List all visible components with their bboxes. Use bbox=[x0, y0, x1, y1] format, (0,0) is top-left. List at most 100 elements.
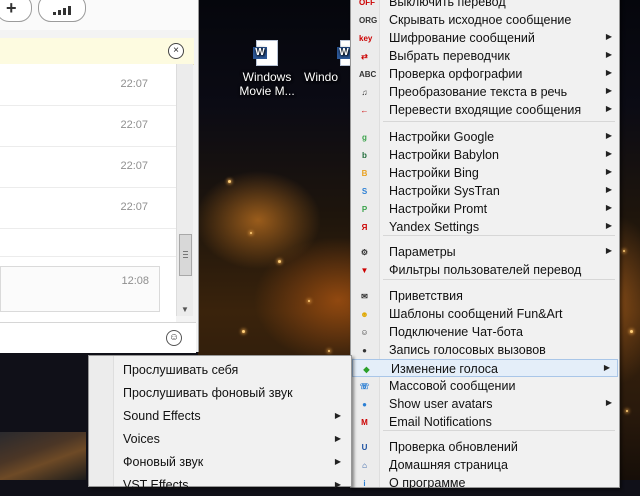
menu-item[interactable]: ✉ Приветствия bbox=[351, 287, 619, 305]
message-time: 12:08 bbox=[121, 275, 149, 287]
menu-item-icon: ABC bbox=[359, 70, 377, 79]
menu-item-icon: B bbox=[361, 169, 368, 178]
menu-item[interactable]: ☻ Шаблоны сообщений Fun&Art bbox=[351, 305, 619, 323]
menu-item[interactable]: ⌂ Домашняя страница bbox=[351, 456, 619, 474]
menu-item[interactable]: g Настройки Google ▶ bbox=[351, 128, 619, 146]
menu-item-label: Шифрование сообщений bbox=[389, 31, 535, 45]
menu-item[interactable]: OFF Выключить перевод bbox=[351, 0, 619, 11]
menu-item[interactable]: ♫ Преобразование текста в речь ▶ bbox=[351, 83, 619, 101]
submenu-arrow-icon: ▶ bbox=[605, 203, 612, 212]
desktop-icon-label: Movie M... bbox=[239, 84, 295, 98]
emoji-icon[interactable]: ☺ bbox=[166, 330, 182, 346]
close-icon[interactable]: × bbox=[168, 43, 184, 59]
menu-item[interactable]: key Шифрование сообщений ▶ bbox=[351, 29, 619, 47]
menu-item[interactable]: ⚙ Параметры ▶ bbox=[351, 243, 619, 261]
voice-change-submenu: Прослушивать себя Прослушивать фоновый зв… bbox=[88, 355, 352, 492]
menu-item-icon: ✉ bbox=[361, 292, 368, 301]
submenu-item[interactable]: Фоновый звук ▶ bbox=[89, 451, 351, 473]
menu-item-label: Show user avatars bbox=[389, 397, 493, 411]
wallpaper-thumbnail bbox=[0, 432, 86, 480]
add-contact-button[interactable]: + bbox=[0, 0, 32, 22]
menu-item-label: Выключить перевод bbox=[389, 0, 506, 9]
menu-item[interactable]: iО программе bbox=[351, 474, 619, 492]
menu-item-icon: ⚙ bbox=[360, 248, 369, 257]
submenu-item-label: Прослушивать себя bbox=[123, 363, 239, 377]
menu-item-label: Проверка орфографии bbox=[389, 67, 523, 81]
menu-item[interactable]: M Email Notifications bbox=[351, 413, 619, 431]
menu-item-icon: ▼ bbox=[360, 266, 369, 275]
menu-item-label: Настройки SysTran bbox=[389, 184, 500, 198]
submenu-arrow-icon: ▶ bbox=[605, 50, 612, 59]
submenu-arrow-icon: ▶ bbox=[605, 221, 612, 230]
submenu-item[interactable]: Прослушивать фоновый звук bbox=[89, 382, 351, 404]
menu-item-icon: ORG bbox=[359, 16, 378, 25]
submenu-arrow-icon: ▶ bbox=[605, 131, 612, 140]
menu-item[interactable]: ▼ Фильтры пользователей перевод bbox=[351, 261, 619, 279]
menu-item[interactable]: ⇄ Выбрать переводчик ▶ bbox=[351, 47, 619, 65]
menu-item[interactable]: Я Yandex Settings ▶ bbox=[351, 218, 619, 236]
menu-item-icon: U bbox=[361, 443, 368, 452]
chat-message bbox=[0, 228, 176, 257]
plus-icon: + bbox=[6, 0, 17, 18]
menu-item-icon: M bbox=[361, 418, 368, 427]
menu-item[interactable]: ● Запись голосовых вызовов bbox=[351, 341, 619, 359]
word-document-icon: W bbox=[253, 40, 278, 66]
submenu-arrow-icon: ▶ bbox=[605, 68, 612, 77]
desktop-icon-windows-movie-maker[interactable]: W Windows Movie M... bbox=[234, 40, 300, 98]
submenu-item-label: Voices bbox=[123, 432, 160, 446]
menu-item[interactable]: U Проверка обновлений bbox=[351, 438, 619, 456]
menu-item[interactable]: ORG Скрывать исходное сообщение bbox=[351, 11, 619, 29]
menu-item-icon: ☺ bbox=[360, 328, 369, 337]
menu-item-icon: OFF bbox=[359, 0, 375, 7]
menu-item-label: Домашняя страница bbox=[389, 458, 508, 472]
menu-item[interactable]: ◆ Изменение голоса ▶ bbox=[352, 359, 618, 377]
message-list: 22:07 22:07 22:07 22:07 12:08 bbox=[0, 64, 176, 322]
submenu-item-label: Sound Effects bbox=[123, 409, 201, 423]
submenu-item[interactable]: Прослушивать себя bbox=[89, 359, 351, 381]
translator-context-menu: OFF Выключить перевод ORG Скрывать исходное… bbox=[350, 0, 620, 490]
desktop-icon-label: Windo bbox=[304, 70, 339, 84]
menu-item[interactable]: ☏ Массовой сообщении bbox=[351, 377, 619, 395]
menu-item-label: Преобразование текста в речь bbox=[389, 85, 568, 99]
menu-item[interactable]: ● Show user avatars ▶ bbox=[351, 395, 619, 413]
menu-item[interactable]: P Настройки Promt ▶ bbox=[351, 200, 619, 218]
menu-item[interactable]: b Настройки Babylon ▶ bbox=[351, 146, 619, 164]
submenu-item-label: VST Effects bbox=[123, 478, 189, 492]
menu-item[interactable]: B Настройки Bing ▶ bbox=[351, 164, 619, 182]
menu-item-icon: ☏ bbox=[359, 382, 370, 391]
menu-item[interactable]: ABC Проверка орфографии ▶ bbox=[351, 65, 619, 83]
menu-item-label: Проверка обновлений bbox=[389, 440, 518, 454]
menu-item-label: Yandex Settings bbox=[389, 220, 480, 234]
menu-item-icon: ♫ bbox=[361, 88, 368, 97]
menu-item-icon: ☻ bbox=[360, 310, 369, 319]
submenu-item[interactable]: VST Effects ▶ bbox=[89, 474, 351, 496]
menu-item-label: Email Notifications bbox=[389, 415, 492, 429]
menu-item-icon: ⌂ bbox=[362, 461, 367, 470]
desktop-icon-windows[interactable]: W Windo bbox=[304, 40, 362, 84]
scrollbar-thumb[interactable] bbox=[179, 234, 192, 276]
submenu-arrow-icon: ▶ bbox=[605, 185, 612, 194]
chat-message: 22:07 bbox=[0, 64, 176, 106]
message-time: 22:07 bbox=[120, 201, 148, 213]
chat-message: 22:07 bbox=[0, 187, 176, 229]
submenu-item[interactable]: Sound Effects ▶ bbox=[89, 405, 351, 427]
submenu-arrow-icon: ▶ bbox=[605, 398, 612, 407]
menu-item-label: Приветствия bbox=[389, 289, 463, 303]
scroll-down-arrow-icon[interactable]: ▼ bbox=[181, 305, 189, 314]
desktop-icon-label: Windows bbox=[242, 70, 292, 84]
call-quality-button[interactable] bbox=[38, 0, 86, 22]
menu-item-icon: ◆ bbox=[363, 365, 370, 374]
menu-item-label: Запись голосовых вызовов bbox=[389, 343, 546, 357]
submenu-arrow-icon: ▶ bbox=[334, 411, 341, 420]
menu-item[interactable]: ☺ Подключение Чат-бота bbox=[351, 323, 619, 341]
menu-item[interactable]: ← Перевести входящие сообщения ▶ bbox=[351, 101, 619, 119]
submenu-item[interactable]: Voices ▶ bbox=[89, 428, 351, 450]
menu-item-icon: g bbox=[362, 133, 367, 142]
menu-item-icon: b bbox=[362, 151, 367, 160]
menu-item-label: Настройки Babylon bbox=[389, 148, 499, 162]
submenu-arrow-icon: ▶ bbox=[605, 86, 612, 95]
menu-item[interactable]: S Настройки SysTran ▶ bbox=[351, 182, 619, 200]
message-input[interactable]: ☺ bbox=[0, 322, 196, 353]
menu-item-label: Изменение голоса bbox=[391, 362, 498, 376]
message-scrollbar[interactable]: ▼ bbox=[176, 64, 193, 316]
